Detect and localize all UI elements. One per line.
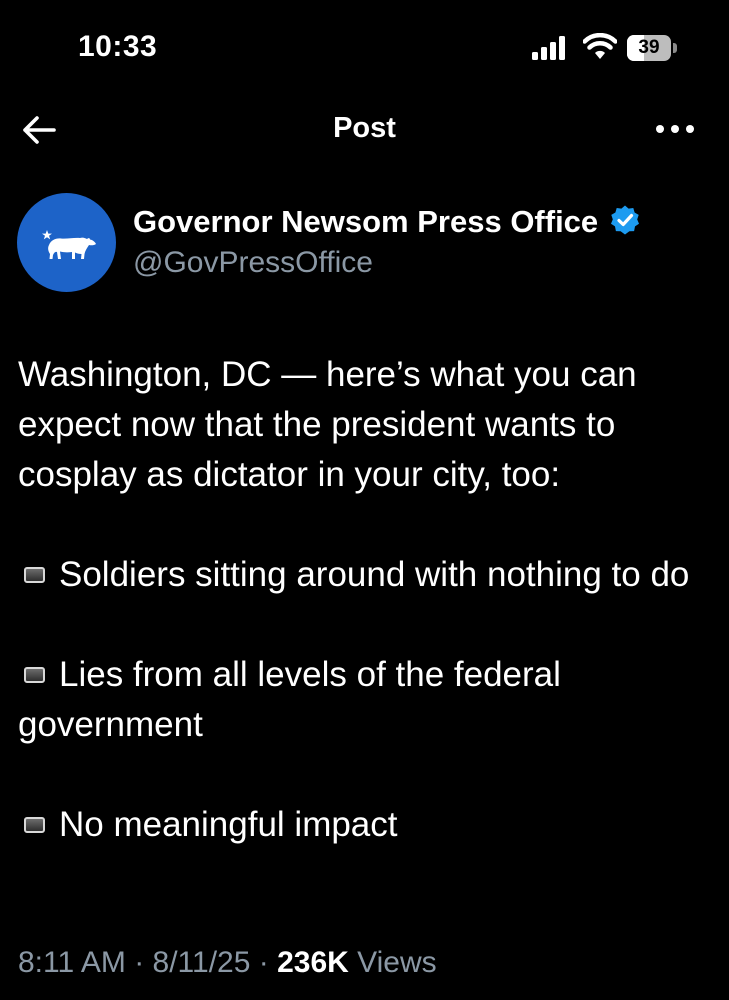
bullet-text: Lies from all levels of the federal gove… <box>18 655 561 744</box>
black-square-icon <box>24 666 45 683</box>
status-time: 10:33 <box>78 30 158 63</box>
author-handle[interactable]: @GovPressOffice <box>133 246 373 280</box>
black-square-icon <box>24 816 45 833</box>
bullet-text: No meaningful impact <box>59 805 398 844</box>
wifi-icon <box>583 33 617 59</box>
battery-icon: 39 <box>627 35 679 61</box>
post-meta: 8:11 AM · 8/11/25 · 236K Views <box>18 946 437 980</box>
verified-badge-icon <box>610 205 639 235</box>
more-options-icon[interactable] <box>652 114 698 144</box>
post-intro: Washington, DC — here’s what you can exp… <box>18 355 637 494</box>
meta-separator: · <box>134 946 145 979</box>
author-name-row[interactable]: Governor Newsom Press Office <box>133 204 641 244</box>
post-bullet-3: No meaningful impact <box>18 800 713 850</box>
post-bullet-2: Lies from all levels of the federal gove… <box>18 650 713 750</box>
california-bear-icon <box>42 230 96 259</box>
status-bar: 10:33 39 <box>0 0 729 100</box>
views-label: Views <box>357 946 437 979</box>
bullet-text: Soldiers sitting around with nothing to … <box>59 555 690 594</box>
post-time[interactable]: 8:11 AM <box>18 946 126 979</box>
nav-bar: Post <box>0 100 729 160</box>
page-title: Post <box>333 112 396 144</box>
views-count[interactable]: 236K <box>277 946 349 979</box>
post-text: Washington, DC — here’s what you can exp… <box>18 350 713 900</box>
meta-separator: · <box>258 946 269 979</box>
signal-icon <box>532 36 572 60</box>
post-bullet-1: Soldiers sitting around with nothing to … <box>18 550 713 600</box>
post-date[interactable]: 8/11/25 <box>153 946 251 979</box>
avatar[interactable] <box>17 193 116 292</box>
black-square-icon <box>24 566 45 583</box>
author-name[interactable]: Governor Newsom Press Office <box>133 204 598 239</box>
battery-percent: 39 <box>638 37 660 58</box>
